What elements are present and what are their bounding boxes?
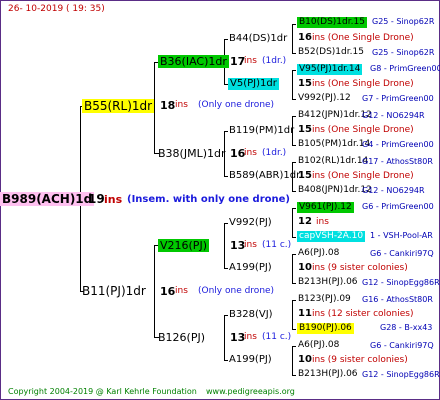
sire-number: 18 — [160, 99, 176, 112]
gen4-node-8-id: B408(JPN)1dr.12 — [298, 185, 372, 195]
gen4-node-6-id: B105(PM)1dr.14 — [298, 139, 371, 149]
gen3-node-1-id: B44(DS)1dr — [229, 33, 288, 44]
gen2-node-3-ins: ins — [244, 240, 257, 250]
subject-queen-number: 19 — [88, 192, 105, 206]
gen2-node-1-ins: ins — [244, 56, 257, 66]
gen4-node-2-id: B52(DS)1dr.15 — [298, 47, 364, 57]
gen3-pair-2-ins: ins (One Single Drone) — [312, 79, 414, 89]
gen4-node-5-id: B412(JPN)1dr.12 — [298, 110, 372, 120]
gen4-node-12-line: G12 - SinopEgg86R — [362, 278, 440, 287]
gen3-node-5-id: V992(PJ) — [229, 217, 272, 228]
gen4-node-9-id: V961(PJ).12 — [297, 202, 354, 213]
gen4-node-11-id: A6(PJ).08 — [298, 248, 340, 258]
copyright-text: Copyright 2004-2019 @ Karl Kehrle Founda… — [8, 387, 197, 396]
gen3-node-2-id: V5(PJ)1dr — [228, 78, 279, 90]
gen4-node-4-line: G7 - PrimGreen00 — [362, 94, 434, 103]
sire-ins: ins — [175, 100, 188, 110]
gen3-node-8-id: A199(PJ) — [229, 354, 272, 365]
gen2-node-3-id: V216(PJ) — [158, 239, 209, 252]
gen4-node-16-line: G12 - SinopEgg86R — [362, 370, 440, 379]
gen4-node-16-id: B213H(PJ).06 — [298, 369, 358, 379]
gen3-pair-5-number: 12 — [298, 216, 312, 227]
gen3-pair-6-ins: ins (9 sister colonies) — [312, 263, 408, 273]
gen3-pair-4-ins: ins (One Single Drone) — [312, 171, 414, 181]
gen4-node-1-id: B10(DS)1dr.15 — [297, 17, 367, 28]
gen3-pair-8-number: 10 — [298, 354, 312, 365]
sire-id: B55(RL)1dr — [82, 99, 155, 113]
gen4-node-1-line: G25 - Sinop62R — [372, 17, 435, 26]
gen2-node-2-note: (1dr.) — [262, 148, 287, 158]
gen4-node-11-line: G6 - Cankiri97Q — [370, 249, 434, 258]
gen2-node-1-id: B36(IAC)1dr — [158, 55, 229, 68]
report-date: 26- 10-2019 ( 19: 35) — [8, 4, 105, 14]
gen3-node-4-id: B589(ABR)1dr — [229, 170, 301, 181]
dam-number: 16 — [160, 285, 176, 298]
gen4-node-13-line: G16 - AthosSt80R — [362, 295, 433, 304]
gen4-node-3-line: G8 - PrimGreen00 — [370, 64, 440, 73]
gen4-node-15-id: A6(PJ).08 — [298, 340, 340, 350]
gen3-pair-3-number: 15 — [298, 124, 312, 135]
gen4-node-5-line: G12 - NO6294R — [362, 111, 425, 120]
gen4-node-14-line: G28 - B-xx43 — [380, 323, 433, 332]
sire-note: (Only one drone) — [198, 100, 275, 110]
gen3-pair-4-number: 15 — [298, 170, 312, 181]
gen2-node-4-id: B126(PJ) — [158, 331, 206, 344]
gen2-node-2-id: B38(JML)1dr — [158, 147, 226, 160]
gen3-pair-8-ins: ins (9 sister colonies) — [312, 355, 408, 365]
dam-note: (Only one drone) — [198, 286, 275, 296]
gen4-node-6-line: G4 - PrimGreen00 — [362, 140, 434, 149]
gen2-node-1-note: (1dr.) — [262, 56, 287, 66]
gen3-pair-2-number: 15 — [298, 78, 312, 89]
gen4-node-7-line: G17 - AthosSt80R — [362, 157, 433, 166]
subject-queen-note: (Insem. with only one drone) — [127, 194, 290, 205]
gen4-node-14-id: B190(PJ).06 — [297, 323, 354, 334]
subject-queen-id: B989(ACH)1d — [0, 192, 95, 206]
gen4-node-7-id: B102(RL)1dr.14 — [298, 156, 369, 166]
gen2-node-2-ins: ins — [244, 148, 257, 158]
gen3-node-7-id: B328(VJ) — [229, 309, 273, 320]
gen4-node-9-line: G6 - PrimGreen00 — [362, 202, 434, 211]
gen3-node-6-id: A199(PJ) — [229, 262, 272, 273]
gen3-pair-1-ins: ins (One Single Drone) — [312, 33, 414, 43]
gen4-node-4-id: V992(PJ).12 — [298, 93, 351, 103]
gen3-pair-1-number: 16 — [298, 32, 312, 43]
gen4-node-15-line: G6 - Cankiri97Q — [370, 341, 434, 350]
gen4-node-10-id: capVSH-2A.10 — [297, 231, 366, 242]
gen4-node-10-line: 1 - VSH-Pool-AR — [370, 231, 433, 240]
subject-queen-ins: ins — [104, 193, 123, 206]
site-link[interactable]: www.pedigreeapis.org — [206, 388, 295, 396]
gen3-pair-7-number: 11 — [298, 308, 312, 319]
gen4-node-2-line: G25 - Sinop62R — [372, 48, 435, 57]
gen2-node-3-note: (11 c.) — [262, 240, 292, 250]
gen4-node-3-id: V95(PJ)1dr.14 — [297, 64, 363, 75]
gen2-node-4-ins: ins — [244, 332, 257, 342]
gen3-pair-5-ins: ins — [316, 217, 329, 227]
gen4-node-8-line: G12 - NO6294R — [362, 186, 425, 195]
dam-ins: ins — [175, 286, 188, 296]
gen3-pair-6-number: 10 — [298, 262, 312, 273]
gen4-node-13-id: B123(PJ).09 — [298, 294, 351, 304]
gen3-pair-3-ins: ins (One Single Drone) — [312, 125, 414, 135]
gen2-node-4-note: (11 c.) — [262, 332, 292, 342]
gen3-node-3-id: B119(PM)1dr — [229, 125, 295, 136]
gen3-pair-7-ins: ins (12 sister colonies) — [312, 309, 414, 319]
gen4-node-12-id: B213H(PJ).06 — [298, 277, 358, 287]
dam-id: B11(PJ)1dr — [82, 284, 146, 298]
